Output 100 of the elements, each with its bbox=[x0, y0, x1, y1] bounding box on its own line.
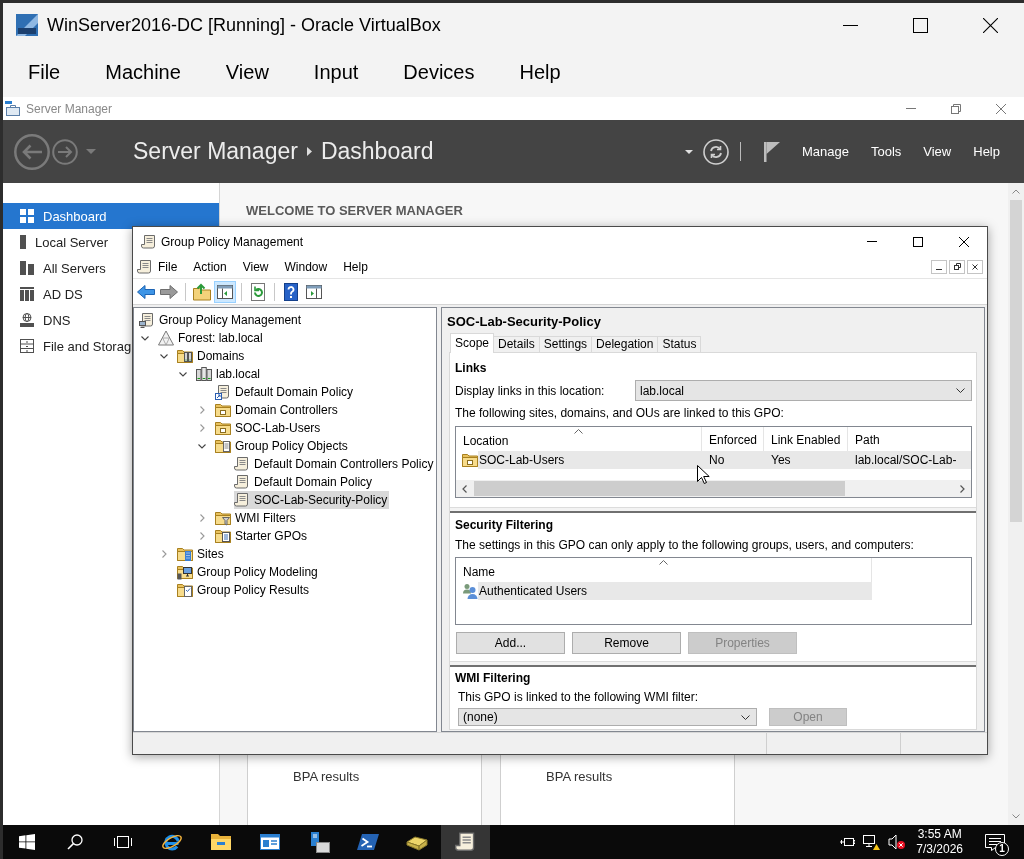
menu-item[interactable]: Help bbox=[335, 258, 376, 276]
close-icon[interactable] bbox=[959, 236, 969, 247]
chevron-right-icon[interactable] bbox=[199, 406, 205, 414]
tree-pane-icon[interactable] bbox=[214, 280, 236, 303]
tree-item[interactable]: Group Policy Objects bbox=[215, 437, 350, 455]
tree-item[interactable]: Group Policy Results bbox=[177, 581, 312, 599]
caret-icon[interactable] bbox=[684, 149, 693, 154]
chevron-down-icon[interactable] bbox=[160, 353, 168, 359]
chevron-right-icon[interactable] bbox=[199, 532, 205, 540]
task-view-icon[interactable] bbox=[113, 834, 133, 850]
folder-icon bbox=[215, 528, 231, 544]
tab[interactable]: Delegation bbox=[591, 336, 659, 352]
menu-item[interactable]: Machine bbox=[105, 60, 181, 84]
tree-item[interactable]: Starter GPOs bbox=[215, 527, 310, 545]
tree-item[interactable]: lab.local bbox=[196, 365, 263, 383]
scroll-up-icon[interactable] bbox=[1012, 189, 1020, 194]
window-title: WinServer2016-DC [Running] - Oracle VirtualBox bbox=[47, 14, 441, 36]
horizontal-scrollbar[interactable] bbox=[456, 480, 971, 497]
scroll-icon bbox=[234, 474, 250, 490]
scrollbar[interactable] bbox=[1008, 183, 1024, 825]
chevron-right-icon[interactable] bbox=[199, 514, 205, 522]
maximize-icon[interactable] bbox=[913, 17, 928, 33]
caption: The settings in this GPO can only apply to the following groups, users, and computers: bbox=[455, 538, 914, 552]
tree-item[interactable]: Default Domain Controllers Policy bbox=[234, 455, 436, 473]
scroll-down-icon[interactable] bbox=[1012, 814, 1020, 819]
scrollbar-thumb[interactable] bbox=[1010, 200, 1022, 522]
search-icon[interactable] bbox=[67, 834, 83, 850]
tab[interactable]: Status bbox=[657, 336, 702, 352]
menu-item[interactable]: Window bbox=[276, 258, 336, 276]
tree-item[interactable]: Sites bbox=[177, 545, 226, 563]
menu-item[interactable]: View bbox=[225, 60, 269, 84]
tree-item[interactable]: Domain Controllers bbox=[215, 401, 340, 419]
menu-item[interactable]: Help bbox=[519, 60, 561, 84]
tree-item[interactable]: SOC-Lab-Users bbox=[215, 419, 323, 437]
tree-item[interactable]: Group Policy Modeling bbox=[177, 563, 320, 581]
column-header[interactable]: Path bbox=[848, 427, 971, 451]
maximize-icon[interactable] bbox=[913, 236, 923, 247]
minimize-icon[interactable] bbox=[931, 260, 947, 274]
battery-plug-icon[interactable] bbox=[839, 835, 856, 849]
chevron-right-icon[interactable] bbox=[161, 550, 167, 558]
start-icon[interactable] bbox=[19, 834, 35, 850]
list-row[interactable]: Authenticated Users bbox=[478, 582, 872, 600]
nav-item[interactable]: File and Storag bbox=[20, 333, 132, 359]
splitter-bar[interactable] bbox=[450, 507, 976, 513]
taskbar-button[interactable] bbox=[441, 825, 490, 859]
menu-item[interactable]: File bbox=[28, 60, 61, 84]
splitter-bar[interactable] bbox=[450, 661, 976, 667]
table-cell: lab.local/SOC-Lab- bbox=[855, 452, 957, 468]
menu-item[interactable]: View bbox=[923, 144, 952, 159]
menu-item[interactable]: File bbox=[153, 258, 186, 276]
tree-item[interactable]: Default Domain Policy bbox=[215, 383, 356, 401]
caption: The following sites, domains, and OUs are linked to this GPO: bbox=[455, 406, 784, 420]
menu-item[interactable]: Help bbox=[973, 144, 1000, 159]
tab[interactable]: Settings bbox=[538, 336, 593, 352]
app-logo-icon bbox=[16, 14, 38, 36]
scrollbar-thumb[interactable] bbox=[474, 481, 845, 496]
folder-icon bbox=[462, 452, 478, 468]
flag-icon[interactable] bbox=[763, 141, 780, 162]
menu-item[interactable]: Devices bbox=[403, 60, 475, 84]
refresh-icon[interactable] bbox=[702, 138, 729, 165]
nav-item[interactable]: AD DS bbox=[20, 281, 83, 307]
nav-item[interactable]: Local Server bbox=[20, 229, 108, 255]
chevron-down-icon[interactable] bbox=[198, 443, 206, 449]
tree-item[interactable]: SOC-Lab-Security-Policy bbox=[234, 491, 390, 509]
restore-icon[interactable] bbox=[949, 260, 965, 274]
menu-item[interactable]: Tools bbox=[870, 144, 902, 159]
menu-item[interactable]: Input bbox=[313, 60, 359, 84]
chevron-right-icon[interactable] bbox=[199, 424, 205, 432]
menu-item[interactable]: Manage bbox=[801, 144, 849, 159]
menu-item[interactable]: View bbox=[234, 258, 277, 276]
folder-icon bbox=[177, 348, 193, 364]
policy-title: SOC-Lab-Security-Policy bbox=[447, 314, 601, 329]
tree-item[interactable]: WMI Filters bbox=[215, 509, 298, 527]
tree-item[interactable]: Group Policy Management bbox=[139, 311, 304, 329]
volume-muted-icon[interactable] bbox=[888, 834, 906, 850]
chevron-down-icon bbox=[956, 388, 965, 393]
nav-item[interactable]: All Servers bbox=[20, 255, 106, 281]
tree-item[interactable]: Domains bbox=[177, 347, 247, 365]
nav-item[interactable]: Dashboard bbox=[3, 203, 219, 229]
tree-item[interactable]: Default Domain Policy bbox=[234, 473, 375, 491]
folder-icon bbox=[177, 546, 193, 562]
push-button[interactable]: Add... bbox=[456, 632, 565, 654]
minimize-icon[interactable] bbox=[843, 24, 858, 26]
tree-item[interactable]: Forest: lab.local bbox=[158, 329, 265, 347]
table-cell: Yes bbox=[771, 452, 791, 468]
chevron-down-icon[interactable] bbox=[179, 371, 187, 377]
dropdown-field[interactable]: lab.local bbox=[635, 380, 972, 401]
network-warning-icon[interactable] bbox=[862, 834, 881, 850]
scroll-right-icon[interactable] bbox=[960, 484, 965, 493]
push-button[interactable]: Remove bbox=[572, 632, 681, 654]
list-row[interactable]: SOC-Lab-Users No Yes lab.local/SOC-Lab- bbox=[478, 451, 971, 469]
nav-item[interactable]: DNS bbox=[20, 307, 71, 333]
tab[interactable]: Scope bbox=[450, 333, 495, 353]
scroll-left-icon[interactable] bbox=[462, 484, 467, 493]
menu-item[interactable]: Action bbox=[185, 258, 235, 276]
dropdown-field[interactable]: (none) bbox=[458, 708, 757, 726]
close-icon[interactable] bbox=[983, 17, 998, 33]
chevron-down-icon[interactable] bbox=[141, 335, 149, 341]
caption: This GPO is linked to the following WMI filter: bbox=[458, 690, 699, 704]
notification-icon[interactable] bbox=[985, 833, 1005, 851]
